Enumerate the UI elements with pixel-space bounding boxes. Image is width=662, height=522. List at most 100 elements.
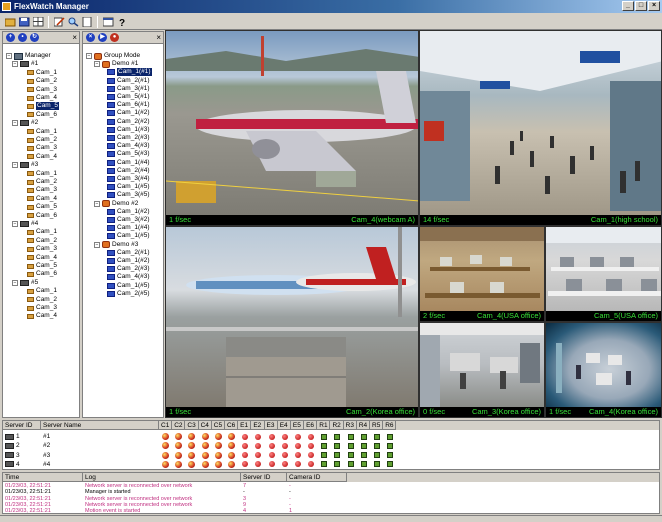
table-row[interactable]: 1 #1 [3,432,659,441]
column-header[interactable]: C3 [185,421,199,430]
collapse-icon[interactable]: − [12,221,18,227]
column-header[interactable]: Server ID [3,421,41,430]
relay-status-icon[interactable] [347,461,354,468]
close-icon[interactable]: × [156,33,161,42]
relay-status-icon[interactable] [374,433,380,440]
video-tile[interactable]: 0 f/sec Cam_3(Korea office) [419,322,545,418]
tree-camera-node[interactable]: Cam_3(#1) [107,85,150,93]
column-header[interactable]: C4 [198,421,212,430]
camera-status-icon[interactable] [175,460,183,468]
table-row[interactable]: 01/23/03, 22:51:21 Network server is reco… [3,483,659,489]
tree-camera-node[interactable]: Cam_5 [27,102,59,111]
relay-status-icon[interactable] [321,442,328,449]
column-header[interactable]: Log [83,473,241,482]
tree-camera-node[interactable]: Cam_2(#1) [107,249,150,257]
tree-camera-node[interactable]: Cam_1(#2) [107,109,150,117]
tree-group-node[interactable]: − Demo #2 [94,200,138,208]
camera-status-icon[interactable] [214,433,222,440]
relay-status-icon[interactable] [360,452,367,459]
tree-camera-node[interactable]: Cam_4(#3) [107,142,150,150]
camera-status-icon[interactable] [227,451,235,459]
tree-camera-node[interactable]: Cam_2(#1) [107,77,150,85]
tree-camera-node[interactable]: Cam_2(#2) [107,118,150,126]
collapse-icon[interactable]: − [12,279,18,286]
column-header[interactable]: E1 [238,421,252,430]
tree-camera-node[interactable]: Cam_2 [27,136,57,144]
column-header[interactable]: Camera ID [287,473,347,482]
relay-status-icon[interactable] [360,442,367,449]
close-button[interactable]: × [648,1,660,11]
camera-status-icon[interactable] [201,433,209,440]
tree-camera-node[interactable]: Cam_3(#5) [107,191,150,199]
tree-group-node[interactable]: − Demo #3 [94,241,138,249]
relay-status-icon[interactable] [334,461,341,468]
camera-status-icon[interactable] [214,442,222,450]
collapse-icon[interactable]: − [12,120,18,127]
table-row[interactable]: 01/23/03, 22:51:21 Manager is started - - [3,489,659,495]
relay-status-icon[interactable] [374,452,380,459]
tree-camera-node[interactable]: Cam_4 [27,312,57,320]
video-tile[interactable]: 14 f/sec Cam_1(high school) [419,30,662,226]
tree-camera-node[interactable]: Cam_1(#5) [107,232,150,240]
add-icon[interactable]: + [6,33,15,42]
collapse-icon[interactable]: − [12,61,18,68]
collapse-icon[interactable]: − [6,53,12,59]
camera-status-icon[interactable] [188,460,196,468]
record-icon[interactable]: ● [110,33,119,42]
video-tile[interactable]: 1 f/sec Cam_4(webcam A) [165,30,419,226]
collapse-icon[interactable]: − [94,241,100,248]
column-header[interactable]: C5 [211,421,225,430]
column-header[interactable]: R4 [356,421,370,430]
tree-camera-node[interactable]: Cam_1(#2) [107,257,150,265]
column-header[interactable]: C6 [224,421,239,430]
tree-camera-node[interactable]: Cam_6 [27,111,57,119]
edit-icon[interactable] [53,16,65,28]
camera-status-icon[interactable] [188,451,196,459]
tree-server-node[interactable]: − #5 [12,279,38,287]
tree-camera-node[interactable]: Cam_2 [27,296,57,304]
collapse-icon[interactable]: − [12,162,18,169]
video-tile[interactable]: Cam_5(USA office) [545,226,662,322]
column-header[interactable]: C2 [172,421,186,430]
column-header[interactable]: Time [3,473,83,482]
relay-status-icon[interactable] [321,433,328,440]
column-header[interactable]: R6 [383,421,397,430]
camera-status-icon[interactable] [175,451,183,459]
table-row[interactable]: 01/23/03, 22:51:21 Motion event is starte… [3,508,659,513]
tree-camera-node[interactable]: Cam_3(#4) [107,175,150,183]
tree-camera-node[interactable]: Cam_1(#3) [107,126,150,134]
tree-camera-node[interactable]: Cam_1(#4) [107,224,150,232]
relay-status-icon[interactable] [387,452,394,459]
tree-camera-node[interactable]: Cam_1(#5) [107,183,150,191]
column-header[interactable]: Server Name [41,421,159,430]
video-tile[interactable]: 1 f/sec Cam_4(Korea office) [545,322,662,418]
camera-status-icon[interactable] [175,442,183,450]
column-header[interactable]: R5 [370,421,384,430]
tree-camera-node[interactable]: Cam_2 [27,178,57,186]
column-header[interactable]: E5 [290,421,305,430]
tree-camera-node[interactable]: Cam_4(#3) [107,273,150,281]
relay-status-icon[interactable] [347,433,354,440]
tree-camera-node[interactable]: Cam_5(#3) [107,150,150,158]
tree-camera-node[interactable]: Cam_3 [27,144,57,152]
camera-status-icon[interactable] [162,442,169,450]
tree-server-node[interactable]: − #1 [12,60,38,68]
tree-server-node[interactable]: − #3 [12,161,38,169]
relay-status-icon[interactable] [374,442,380,449]
tree-camera-node[interactable]: Cam_4 [27,94,57,102]
tree-camera-node[interactable]: Cam_4 [27,153,57,161]
camera-status-icon[interactable] [214,451,222,459]
tree-camera-node[interactable]: Cam_3 [27,304,57,312]
page-icon[interactable] [81,16,93,28]
tree-camera-node[interactable]: Cam_3 [27,186,57,194]
tree-camera-node[interactable]: Cam_2(#3) [107,265,150,273]
tree-server-node[interactable]: − #4 [12,220,38,228]
tree-camera-node[interactable]: Cam_1 [27,287,57,295]
tree-root[interactable]: − Manager [6,52,51,60]
relay-status-icon[interactable] [387,433,394,440]
search-icon[interactable] [67,16,79,28]
camera-status-icon[interactable] [188,442,196,450]
layout-icon[interactable] [32,16,44,28]
tree-camera-node[interactable]: Cam_6 [27,270,57,278]
camera-status-icon[interactable] [227,433,235,440]
